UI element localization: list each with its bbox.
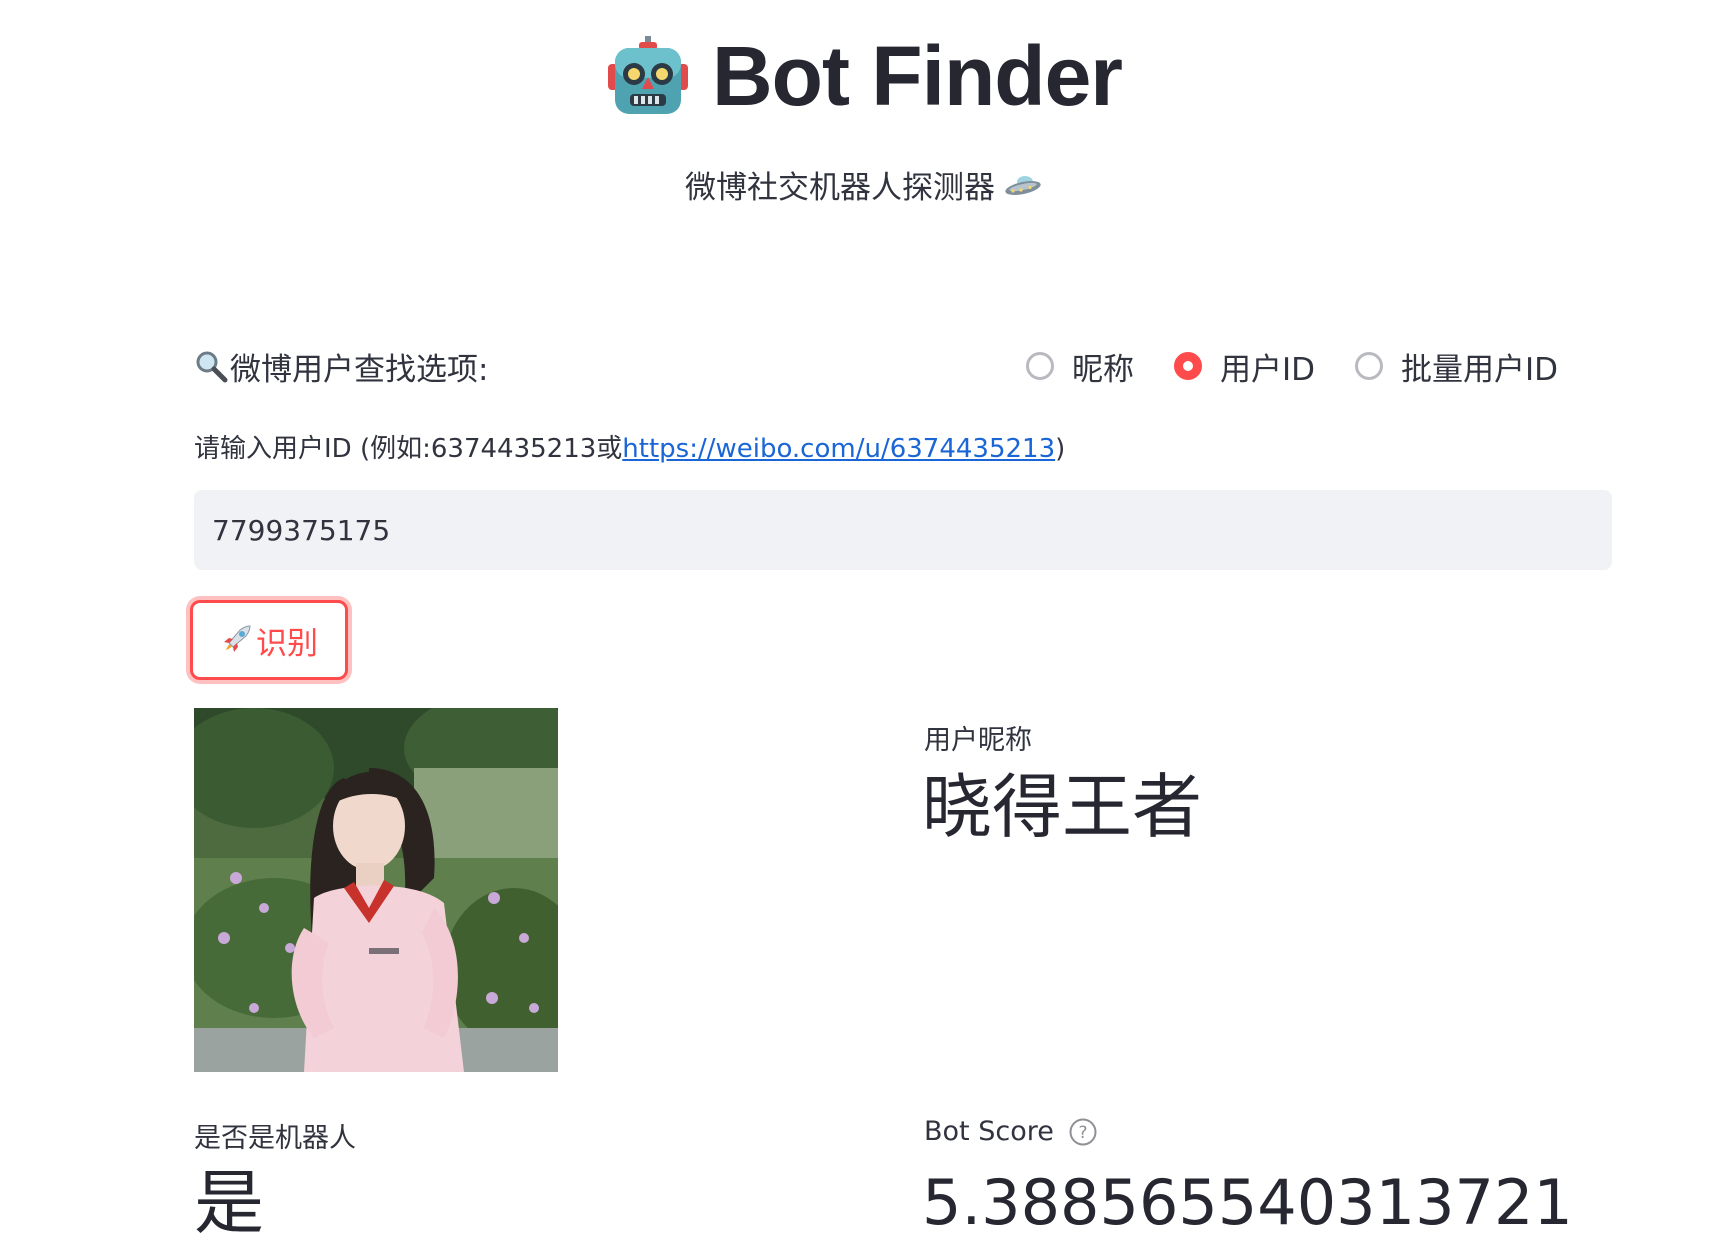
page-subtitle-row: 微博社交机器人探测器 (0, 162, 1728, 207)
radio-label-batch-user-id: 批量用户ID (1400, 351, 1558, 388)
radio-circle-batch-user-id[interactable] (1354, 352, 1383, 380)
is-bot-value: 是 (194, 1162, 264, 1244)
radio-circle-nickname[interactable] (1025, 352, 1054, 380)
bot-score-label-text: Bot Score (924, 1116, 1054, 1147)
radio-option-nickname[interactable]: 昵称 (1025, 344, 1134, 389)
magnifier-icon (196, 351, 228, 383)
identify-button[interactable]: 识别 (190, 600, 348, 680)
is-bot-label-text: 是否是机器人 (194, 1123, 356, 1154)
radio-circle-user-id[interactable] (1173, 352, 1202, 380)
rocket-icon (224, 625, 251, 652)
search-options-label: 微博用户查找选项: (194, 344, 488, 389)
radio-label-nickname: 昵称 (1071, 351, 1134, 388)
search-options-text: 微博用户查找选项: (230, 351, 489, 388)
bot-score-value: 5.388565540313721 (922, 1166, 1573, 1239)
page-subtitle: 微博社交机器人探测器 (685, 170, 995, 206)
radio-option-user-id[interactable]: 用户ID (1173, 344, 1315, 389)
search-options-row: 微博用户查找选项: 昵称 用户ID 批量用户ID (194, 342, 1608, 390)
is-bot-label: 是否是机器人 (194, 1116, 356, 1155)
user-avatar-photo (194, 708, 558, 1072)
input-label-prefix: 请输入用户ID (例如:6374435213或 (194, 434, 623, 464)
help-icon[interactable]: ? (1068, 1117, 1098, 1147)
flying-saucer-icon (1005, 175, 1041, 195)
nickname-label: 用户昵称 (924, 718, 1032, 757)
radio-label-user-id: 用户ID (1219, 351, 1315, 388)
svg-text:?: ? (1078, 1123, 1087, 1143)
identify-button-label: 识别 (256, 625, 318, 662)
app-header: Bot Finder (0, 28, 1728, 124)
example-profile-link[interactable]: https://weibo.com/u/6374435213 (622, 434, 1055, 464)
input-label-suffix: ) (1055, 434, 1066, 464)
nickname-value: 晓得王者 (922, 766, 1202, 848)
user-id-input-value: 7799375175 (212, 513, 391, 547)
radio-option-batch-user-id[interactable]: 批量用户ID (1354, 344, 1558, 389)
nickname-label-text: 用户昵称 (924, 725, 1032, 756)
search-mode-radio-group: 昵称 用户ID 批量用户ID (1025, 344, 1558, 389)
user-id-input[interactable]: 7799375175 (194, 490, 1612, 570)
user-id-input-label: 请输入用户ID (例如:6374435213或https://weibo.com… (194, 428, 1065, 465)
bot-score-label: Bot Score ? (924, 1116, 1098, 1147)
page-title: Bot Finder (712, 29, 1123, 123)
robot-face-icon (608, 36, 689, 114)
